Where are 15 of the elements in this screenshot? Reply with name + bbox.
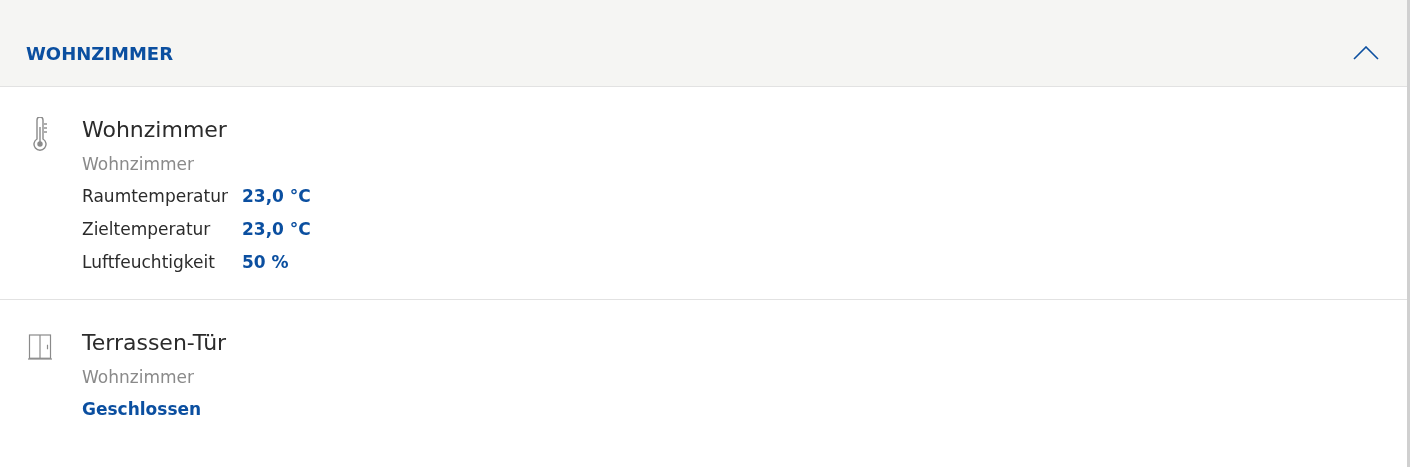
reading-value: 23,0 °C — [241, 218, 311, 241]
door-status: Geschlossen — [82, 398, 203, 421]
reading-label: Luftfeuchtigkeit — [82, 251, 216, 274]
device-room: Wohnzimmer — [82, 366, 195, 389]
reading-label: Raumtemperatur — [82, 185, 228, 208]
reading-value: 50 % — [241, 251, 290, 274]
section-title: WOHNZIMMER — [26, 43, 173, 64]
device-name: Terrassen-Tür — [82, 329, 227, 357]
thermometer-icon — [31, 117, 49, 151]
reading-label: Zieltemperatur — [82, 218, 212, 241]
chevron-up-icon[interactable] — [1353, 46, 1379, 60]
reading-value: 23,0 °C — [241, 185, 311, 208]
section-header[interactable]: WOHNZIMMER — [0, 0, 1407, 87]
device-name: Wohnzimmer — [82, 116, 228, 144]
device-room: Wohnzimmer — [82, 153, 195, 176]
